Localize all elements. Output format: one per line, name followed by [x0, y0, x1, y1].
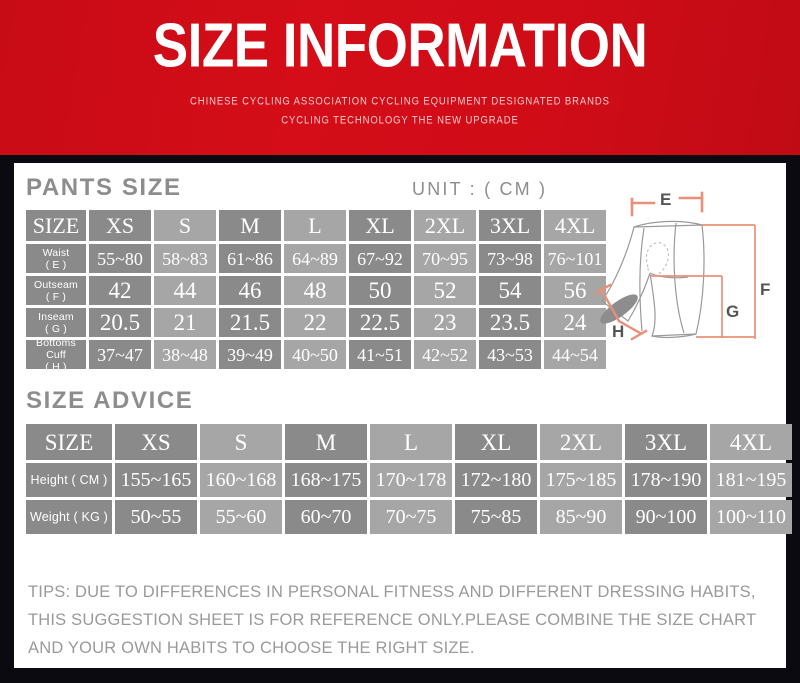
cell-weight-4xl: 100~110 [710, 500, 792, 534]
cell-weight-xl: 75~85 [455, 500, 537, 534]
column-header-xs: XS [89, 210, 151, 241]
table-row: Bottoms Cuff ( H ) 37~47 38~48 39~49 40~… [26, 340, 606, 369]
advice-column-header-xs: XS [115, 424, 197, 460]
diagram-label-f: F [760, 280, 770, 299]
diagram-label-h: H [612, 322, 624, 341]
advice-column-header-2xl: 2XL [540, 424, 622, 460]
cell-weight-l: 70~75 [370, 500, 452, 534]
cell-waist-l: 64~89 [284, 244, 346, 273]
cell-inseam-2xl: 23 [414, 308, 476, 337]
advice-column-header-size: SIZE [26, 424, 112, 460]
row-label-weight: Weight ( KG ) [26, 500, 112, 534]
cell-height-xl: 172~180 [455, 463, 537, 497]
column-header-size: SIZE [26, 210, 86, 241]
cell-waist-2xl: 70~95 [414, 244, 476, 273]
column-header-m: M [219, 210, 281, 241]
shorts-measurement-diagram: E F G H [592, 181, 778, 376]
cell-height-m: 168~175 [285, 463, 367, 497]
table-header-row: SIZE XS S M L XL 2XL 3XL 4XL [26, 424, 792, 460]
cell-weight-xs: 50~55 [115, 500, 197, 534]
cell-inseam-s: 21 [154, 308, 216, 337]
row-label-inseam: Inseam ( G ) [26, 308, 86, 337]
page-title: SIZE INFORMATION [152, 11, 648, 81]
table-row: Inseam ( G ) 20.5 21 21.5 22 22.5 23 23.… [26, 308, 606, 337]
column-header-2xl: 2XL [414, 210, 476, 241]
cell-weight-3xl: 90~100 [625, 500, 707, 534]
cell-outseam-s: 44 [154, 276, 216, 305]
table-header-row: SIZE XS S M L XL 2XL 3XL 4XL [26, 210, 606, 241]
header-subtitle-line2: CYCLING TECHNOLOGY THE NEW UPGRADE [281, 114, 519, 127]
cell-cuff-s: 38~48 [154, 340, 216, 369]
cell-height-s: 160~168 [200, 463, 282, 497]
pants-size-table: SIZE XS S M L XL 2XL 3XL 4XL Waist ( E )… [26, 210, 606, 369]
cell-waist-xs: 55~80 [89, 244, 151, 273]
cell-height-xs: 155~165 [115, 463, 197, 497]
advice-column-header-l: L [370, 424, 452, 460]
cell-waist-xl: 67~92 [349, 244, 411, 273]
row-label-outseam: Outseam ( F ) [26, 276, 86, 305]
table-row: Height ( CM ) 155~165 160~168 168~175 17… [26, 463, 792, 497]
cell-outseam-3xl: 54 [479, 276, 541, 305]
diagram-label-e: E [660, 190, 671, 209]
size-advice-heading: SIZE ADVICE [26, 387, 194, 414]
cell-inseam-l: 22 [284, 308, 346, 337]
cell-outseam-xl: 50 [349, 276, 411, 305]
pants-size-heading: PANTS SIZE [26, 174, 182, 201]
unit-label: UNIT : ( CM ) [412, 179, 548, 199]
column-header-3xl: 3XL [479, 210, 541, 241]
table-row: Waist ( E ) 55~80 58~83 61~86 64~89 67~9… [26, 244, 606, 273]
cell-inseam-xs: 20.5 [89, 308, 151, 337]
cell-waist-m: 61~86 [219, 244, 281, 273]
cell-cuff-l: 40~50 [284, 340, 346, 369]
row-label-bottoms-cuff: Bottoms Cuff ( H ) [26, 340, 86, 369]
cell-cuff-xl: 41~51 [349, 340, 411, 369]
advice-column-header-4xl: 4XL [710, 424, 792, 460]
cell-inseam-3xl: 23.5 [479, 308, 541, 337]
size-advice-table: SIZE XS S M L XL 2XL 3XL 4XL Height ( CM… [26, 424, 792, 534]
header-banner: SIZE INFORMATION CHINESE CYCLING ASSOCIA… [0, 0, 800, 155]
table-row: Outseam ( F ) 42 44 46 48 50 52 54 56 [26, 276, 606, 305]
row-label-height: Height ( CM ) [26, 463, 112, 497]
cell-outseam-m: 46 [219, 276, 281, 305]
diagram-label-g: G [726, 302, 739, 321]
cell-inseam-xl: 22.5 [349, 308, 411, 337]
advice-column-header-s: S [200, 424, 282, 460]
advice-column-header-xl: XL [455, 424, 537, 460]
cell-weight-m: 60~70 [285, 500, 367, 534]
tips-text: TIPS: DUE TO DIFFERENCES IN PERSONAL FIT… [28, 583, 756, 657]
size-chart-page: SIZE INFORMATION CHINESE CYCLING ASSOCIA… [0, 0, 800, 683]
cell-outseam-xs: 42 [89, 276, 151, 305]
column-header-s: S [154, 210, 216, 241]
cell-outseam-l: 48 [284, 276, 346, 305]
cell-inseam-m: 21.5 [219, 308, 281, 337]
cell-height-l: 170~178 [370, 463, 452, 497]
column-header-l: L [284, 210, 346, 241]
header-subtitle-line1: CHINESE CYCLING ASSOCIATION CYCLING EQUI… [190, 95, 610, 108]
cell-cuff-m: 39~49 [219, 340, 281, 369]
cell-weight-2xl: 85~90 [540, 500, 622, 534]
row-label-waist: Waist ( E ) [26, 244, 86, 273]
cell-cuff-2xl: 42~52 [414, 340, 476, 369]
cell-weight-s: 55~60 [200, 500, 282, 534]
cell-outseam-2xl: 52 [414, 276, 476, 305]
cell-height-2xl: 175~185 [540, 463, 622, 497]
cell-height-3xl: 178~190 [625, 463, 707, 497]
cell-cuff-3xl: 43~53 [479, 340, 541, 369]
advice-column-header-3xl: 3XL [625, 424, 707, 460]
cell-height-4xl: 181~195 [710, 463, 792, 497]
advice-column-header-m: M [285, 424, 367, 460]
cell-waist-3xl: 73~98 [479, 244, 541, 273]
table-row: Weight ( KG ) 50~55 55~60 60~70 70~75 75… [26, 500, 792, 534]
cell-waist-s: 58~83 [154, 244, 216, 273]
column-header-xl: XL [349, 210, 411, 241]
cell-cuff-xs: 37~47 [89, 340, 151, 369]
content-panel: PANTS SIZE UNIT : ( CM ) SIZE XS S M L X… [14, 163, 792, 668]
